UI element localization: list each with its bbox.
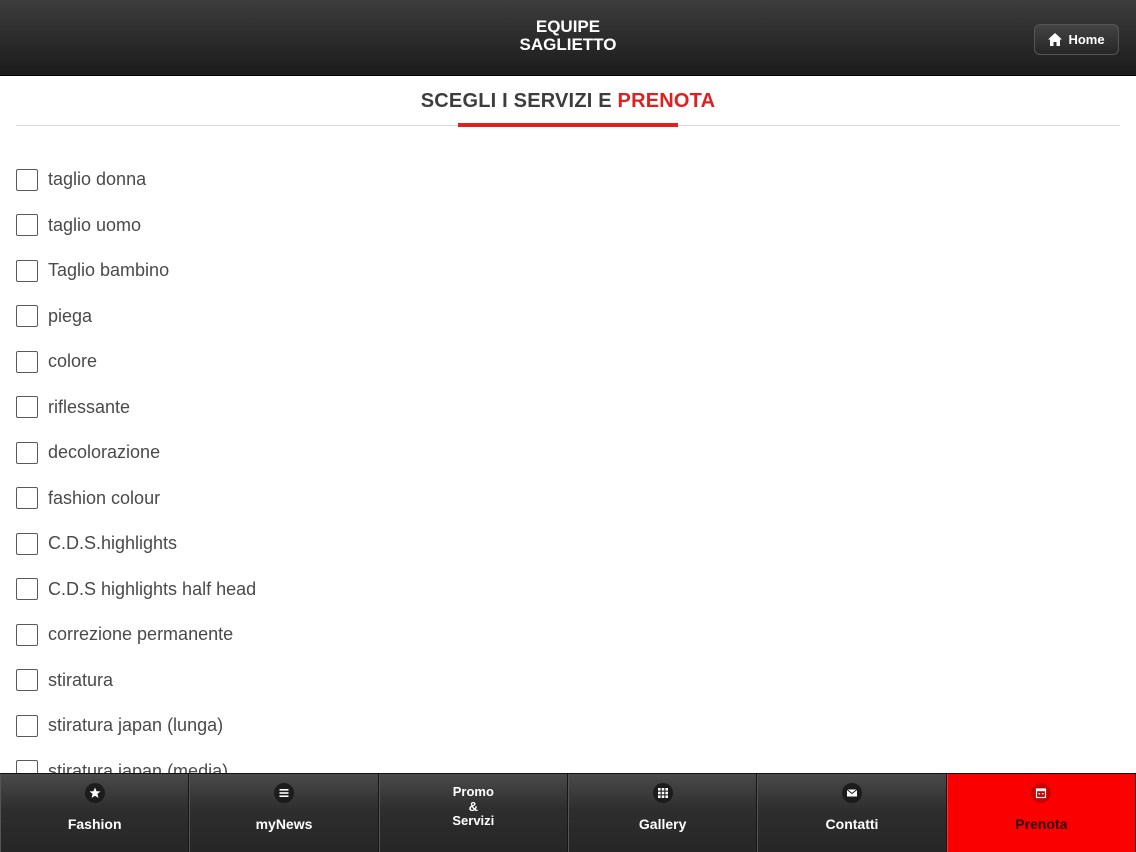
calendar-icon <box>1031 783 1052 803</box>
service-item[interactable]: C.D.S highlights half head <box>16 567 1120 613</box>
service-label: stiratura japan (lunga) <box>48 715 224 736</box>
app-title: EQUIPE SAGLIETTO <box>0 18 1136 54</box>
service-item[interactable]: taglio donna <box>16 157 1120 203</box>
service-checkbox[interactable] <box>16 532 38 555</box>
service-checkbox[interactable] <box>16 760 38 773</box>
service-checkbox[interactable] <box>16 259 38 282</box>
service-checkbox[interactable] <box>16 305 38 328</box>
title-underline <box>458 123 678 127</box>
service-item[interactable]: piega <box>16 294 1120 340</box>
bottom-tab-bar: Fashion myNews Promo & Servizi Gallery C… <box>0 773 1136 852</box>
service-item[interactable]: colore <box>16 339 1120 385</box>
tab-label: Prenota <box>1015 816 1068 832</box>
tab-mynews[interactable]: myNews <box>189 774 379 852</box>
service-checkbox[interactable] <box>16 396 38 419</box>
service-item[interactable]: stiratura japan (media) <box>16 749 1120 773</box>
service-label: decolorazione <box>48 442 161 463</box>
grid-icon <box>652 783 673 803</box>
home-button-label: Home <box>1068 32 1105 47</box>
service-checkbox[interactable] <box>16 578 38 601</box>
tab-label: Promo & Servizi <box>380 784 567 829</box>
service-checkbox[interactable] <box>16 669 38 692</box>
star-icon <box>84 783 105 803</box>
service-label: stiratura <box>48 669 114 690</box>
app-title-line1: EQUIPE <box>535 17 601 36</box>
service-label: C.D.S highlights half head <box>48 578 257 599</box>
section-title-prefix: SCEGLI I SERVIZI E <box>420 90 618 112</box>
tab-gallery[interactable]: Gallery <box>567 774 758 852</box>
tab-prenota[interactable]: Prenota <box>946 774 1136 852</box>
service-checkbox[interactable] <box>16 214 38 237</box>
service-item[interactable]: correzione permanente <box>16 612 1120 658</box>
service-item[interactable]: Taglio bambino <box>16 248 1120 294</box>
tab-promo-servizi[interactable]: Promo & Servizi <box>378 774 568 852</box>
service-item[interactable]: taglio uomo <box>16 203 1120 249</box>
service-label: taglio donna <box>48 169 147 190</box>
service-item[interactable]: stiratura <box>16 658 1120 704</box>
tab-label-line: Promo <box>452 784 494 799</box>
tab-label: myNews <box>255 816 313 832</box>
service-checkbox[interactable] <box>16 441 38 464</box>
service-checkbox[interactable] <box>16 168 38 191</box>
service-label: correzione permanente <box>48 624 234 645</box>
tab-label: Fashion <box>67 816 122 832</box>
service-checkbox[interactable] <box>16 714 38 737</box>
home-icon <box>1048 33 1063 46</box>
tab-label: Gallery <box>638 816 687 832</box>
tab-label: Contatti <box>825 816 879 832</box>
service-label: Taglio bambino <box>48 260 170 281</box>
home-button[interactable]: Home <box>1034 24 1119 55</box>
service-item[interactable]: riflessante <box>16 385 1120 431</box>
tab-contatti[interactable]: Contatti <box>757 774 947 852</box>
list-icon <box>273 783 294 803</box>
service-checkbox[interactable] <box>16 350 38 373</box>
service-item[interactable]: fashion colour <box>16 476 1120 522</box>
service-item[interactable]: stiratura japan (lunga) <box>16 703 1120 749</box>
service-item[interactable]: decolorazione <box>16 430 1120 476</box>
mail-icon <box>841 783 862 803</box>
app-title-line2: SAGLIETTO <box>519 35 617 54</box>
tab-label-line: Servizi <box>452 813 495 828</box>
app-header: EQUIPE SAGLIETTO Home <box>0 0 1136 76</box>
service-list[interactable]: taglio donna taglio uomo Taglio bambino … <box>16 157 1120 773</box>
service-label: stiratura japan (media) <box>48 760 229 773</box>
tab-label-line: & <box>468 798 479 814</box>
section-title-accent: PRENOTA <box>617 90 716 112</box>
tab-fashion[interactable]: Fashion <box>0 774 190 852</box>
section-title: SCEGLI I SERVIZI E PRENOTA <box>0 90 1136 113</box>
service-label: C.D.S.highlights <box>48 533 178 554</box>
service-checkbox[interactable] <box>16 623 38 646</box>
service-checkbox[interactable] <box>16 487 38 510</box>
service-label: taglio uomo <box>48 214 142 235</box>
service-label: riflessante <box>48 396 131 417</box>
service-label: piega <box>48 305 93 326</box>
service-label: colore <box>48 351 98 372</box>
service-label: fashion colour <box>48 487 161 508</box>
service-item[interactable]: C.D.S.highlights <box>16 521 1120 567</box>
